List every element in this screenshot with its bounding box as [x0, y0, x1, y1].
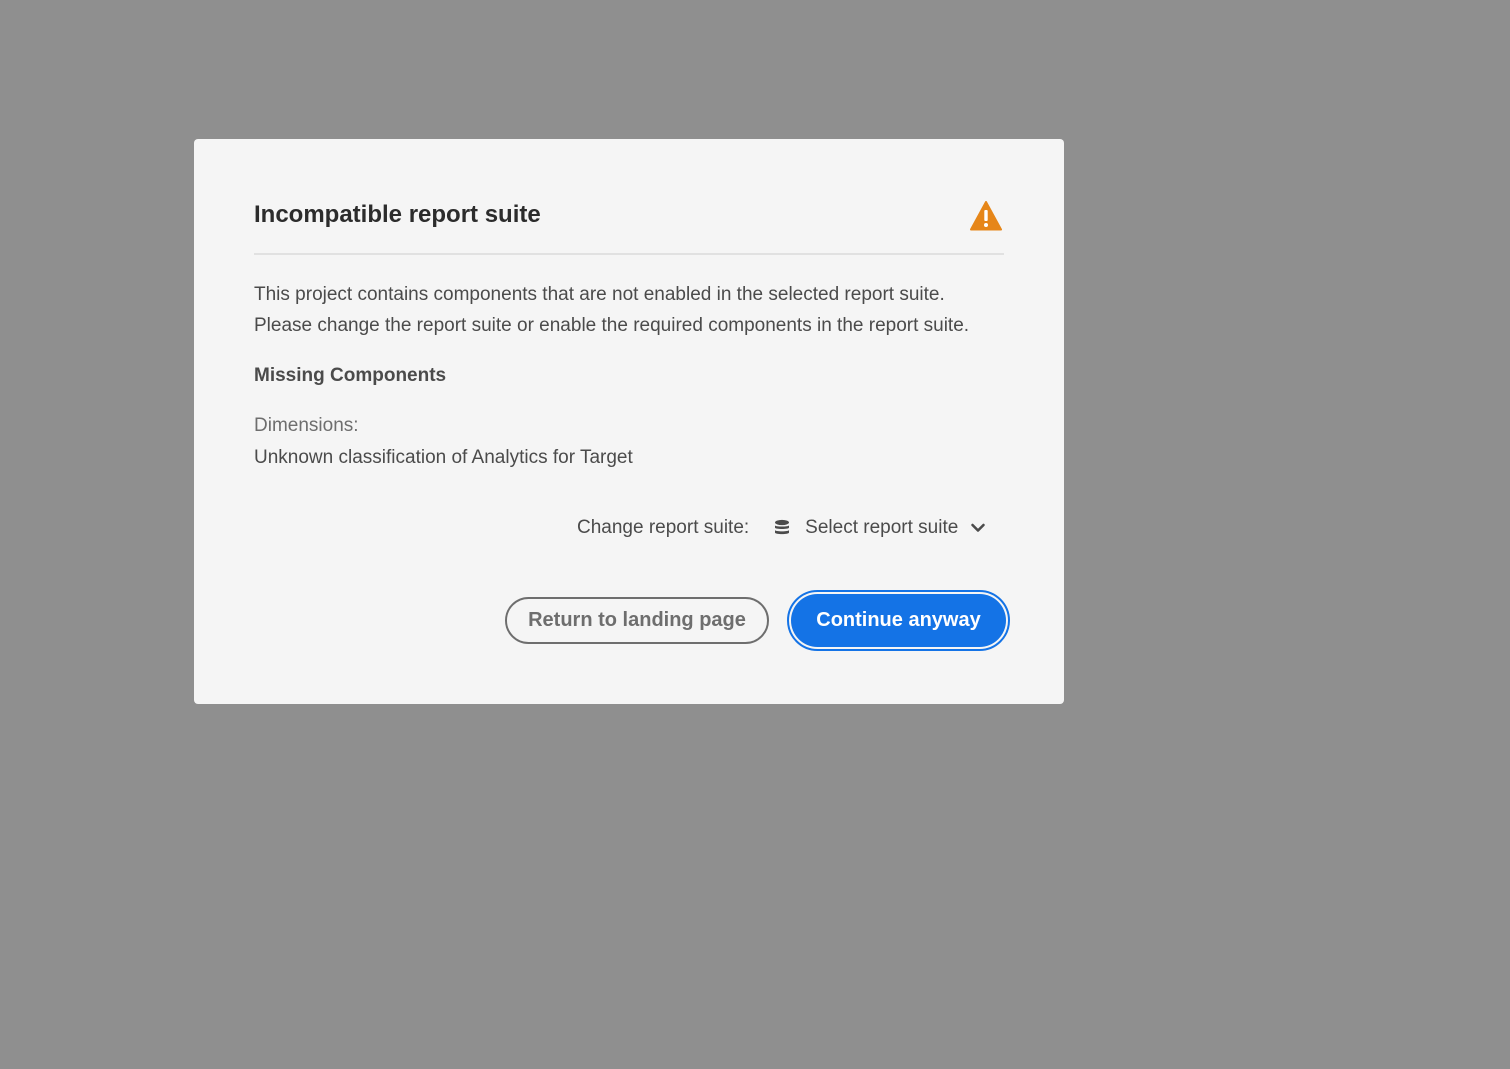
dialog-header: Incompatible report suite [254, 199, 1004, 255]
continue-anyway-button[interactable]: Continue anyway [791, 594, 1006, 647]
dialog-title: Incompatible report suite [254, 201, 541, 228]
return-to-landing-page-button[interactable]: Return to landing page [505, 597, 769, 644]
dimension-item: Unknown classification of Analytics for … [254, 447, 633, 468]
dialog-body: This project contains components that ar… [254, 279, 1004, 471]
report-suite-picker[interactable]: Select report suite [773, 517, 986, 539]
change-report-suite-row: Change report suite: Select report suite [577, 513, 986, 543]
dimensions-label: Dimensions: [254, 415, 359, 436]
alert-triangle-icon [970, 201, 1002, 231]
description-line-1: This project contains components that ar… [254, 284, 945, 305]
database-icon [775, 519, 790, 535]
report-suite-picker-label: Select report suite [805, 517, 959, 538]
incompatible-report-suite-dialog: Incompatible report suite This project c… [194, 139, 1064, 704]
missing-components-heading: Missing Components [254, 365, 447, 386]
change-report-suite-label: Change report suite: [577, 517, 750, 538]
description-line-2: Please change the report suite or enable… [254, 315, 970, 336]
chevron-down-icon [971, 523, 986, 532]
